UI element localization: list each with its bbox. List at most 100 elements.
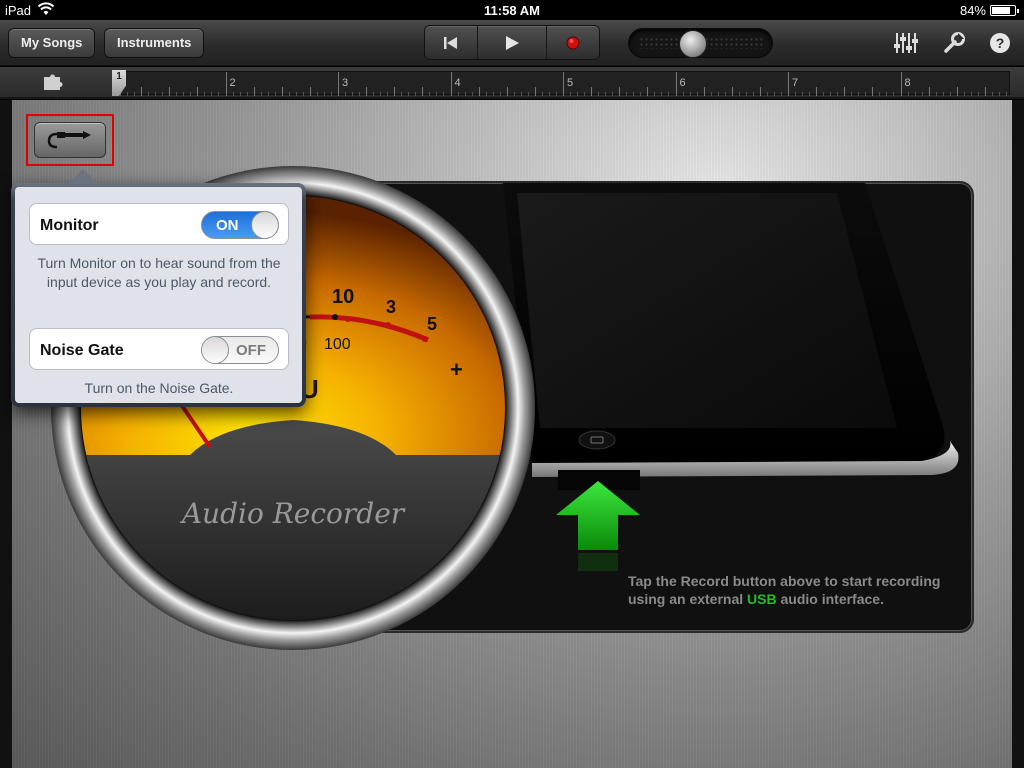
battery-icon	[990, 5, 1019, 16]
ruler-tick	[823, 92, 825, 96]
scale-label-plus: +	[450, 357, 463, 382]
ruler-bar-label: 2	[229, 77, 236, 89]
noise-gate-toggle[interactable]: OFF	[201, 336, 279, 364]
ruler-tick	[872, 87, 874, 96]
ruler-tick	[738, 92, 740, 96]
ruler-tick	[499, 92, 501, 96]
hint-line-2-suffix: audio interface.	[776, 591, 884, 607]
ruler-tick	[267, 92, 269, 96]
ruler-tick	[626, 92, 628, 96]
ruler-tick	[457, 92, 459, 96]
timeline-ruler[interactable]: 2 3 4 5 6 7 8 1	[0, 67, 1024, 99]
help-button[interactable]: ?	[986, 31, 1014, 55]
noise-gate-description: Turn on the Noise Gate.	[84, 380, 234, 396]
ruler-tick	[942, 92, 944, 96]
record-icon	[566, 36, 580, 49]
ruler-tick	[260, 92, 262, 96]
ruler-tick	[352, 92, 354, 96]
ruler-tick	[584, 92, 586, 96]
master-volume-slider[interactable]	[628, 28, 773, 58]
ruler-bar-label: 3	[342, 77, 349, 89]
popover-content: Monitor ON Turn Monitor on to hear sound…	[15, 187, 302, 403]
ruler-tick	[415, 92, 417, 96]
ruler-bar-label: 7	[792, 77, 799, 89]
mixer-button[interactable]	[892, 31, 920, 55]
mixer-icon	[894, 33, 918, 53]
ruler-tick	[316, 92, 318, 96]
ruler-tick	[977, 92, 979, 96]
ruler-tick	[809, 92, 811, 96]
ruler-tick	[970, 92, 972, 96]
noise-gate-row: Noise Gate OFF	[29, 328, 289, 370]
track-settings-button[interactable]	[42, 73, 64, 96]
ruler-tick	[155, 92, 157, 96]
ruler-tick	[802, 92, 804, 96]
ruler-tick	[330, 92, 332, 96]
ruler-tick	[858, 92, 860, 96]
ruler-tick	[907, 92, 909, 96]
ruler-tick	[183, 92, 185, 96]
rewind-button[interactable]	[425, 26, 479, 59]
noise-gate-label: Noise Gate	[40, 342, 124, 359]
ruler-bar-label: 6	[679, 77, 686, 89]
scale-label-5: 5	[427, 314, 437, 334]
ruler-tick	[612, 92, 614, 96]
ruler-tick	[984, 87, 986, 96]
help-icon: ?	[990, 33, 1010, 53]
ruler-tick	[373, 92, 375, 96]
ruler-tick	[619, 87, 621, 96]
instruments-button[interactable]: Instruments	[104, 28, 205, 58]
my-songs-button[interactable]: My Songs	[8, 28, 96, 58]
ruler-tick	[780, 92, 782, 96]
settings-button[interactable]	[940, 31, 968, 55]
transport-controls	[424, 25, 600, 60]
ruler-tick	[886, 92, 888, 96]
ruler-tick	[914, 92, 916, 96]
ruler-tick	[541, 92, 543, 96]
ruler-tick	[246, 92, 248, 96]
ruler-tick	[689, 92, 691, 96]
ruler-bar-label: 4	[454, 77, 461, 89]
ruler-tick	[816, 87, 818, 96]
ruler-track[interactable]: 2 3 4 5 6 7 8	[112, 71, 1010, 96]
volume-knob[interactable]	[679, 30, 707, 58]
ruler-tick	[401, 92, 403, 96]
monitor-toggle[interactable]: ON	[201, 211, 279, 239]
ruler-tick	[548, 92, 550, 96]
ruler-tick	[837, 92, 839, 96]
input-settings-button[interactable]	[34, 122, 106, 158]
ruler-tick	[998, 92, 1000, 96]
ruler-tick	[991, 92, 993, 96]
ruler-tick	[935, 92, 937, 96]
ruler-bar-tick	[225, 72, 227, 96]
ruler-tick	[443, 92, 445, 96]
usb-hint-text: Tap the Record button above to start rec…	[628, 572, 978, 608]
ruler-tick	[570, 92, 572, 96]
ruler-tick	[661, 92, 663, 96]
ruler-tick	[176, 92, 178, 96]
ruler-tick	[520, 92, 522, 96]
noise-gate-toggle-state: OFF	[236, 342, 266, 359]
ruler-bar-label: 8	[904, 77, 911, 89]
ruler-bar-tick	[900, 72, 902, 96]
ruler-tick	[359, 92, 361, 96]
ruler-tick	[710, 92, 712, 96]
input-settings-popover: Monitor ON Turn Monitor on to hear sound…	[11, 169, 306, 407]
ruler-tick	[963, 92, 965, 96]
ruler-tick	[591, 87, 593, 96]
ruler-tick	[647, 87, 649, 96]
scale-label-3: 3	[386, 297, 396, 317]
play-button[interactable]	[478, 26, 547, 59]
record-button[interactable]	[547, 26, 599, 59]
ruler-tick	[696, 92, 698, 96]
ruler-tick	[197, 87, 199, 96]
ruler-tick	[148, 92, 150, 96]
ruler-tick	[731, 87, 733, 96]
ruler-tick	[577, 92, 579, 96]
ruler-tick	[162, 92, 164, 96]
ruler-tick	[380, 92, 382, 96]
ruler-tick	[302, 92, 304, 96]
ruler-tick	[274, 92, 276, 96]
ruler-tick	[288, 92, 290, 96]
ruler-tick	[492, 92, 494, 96]
